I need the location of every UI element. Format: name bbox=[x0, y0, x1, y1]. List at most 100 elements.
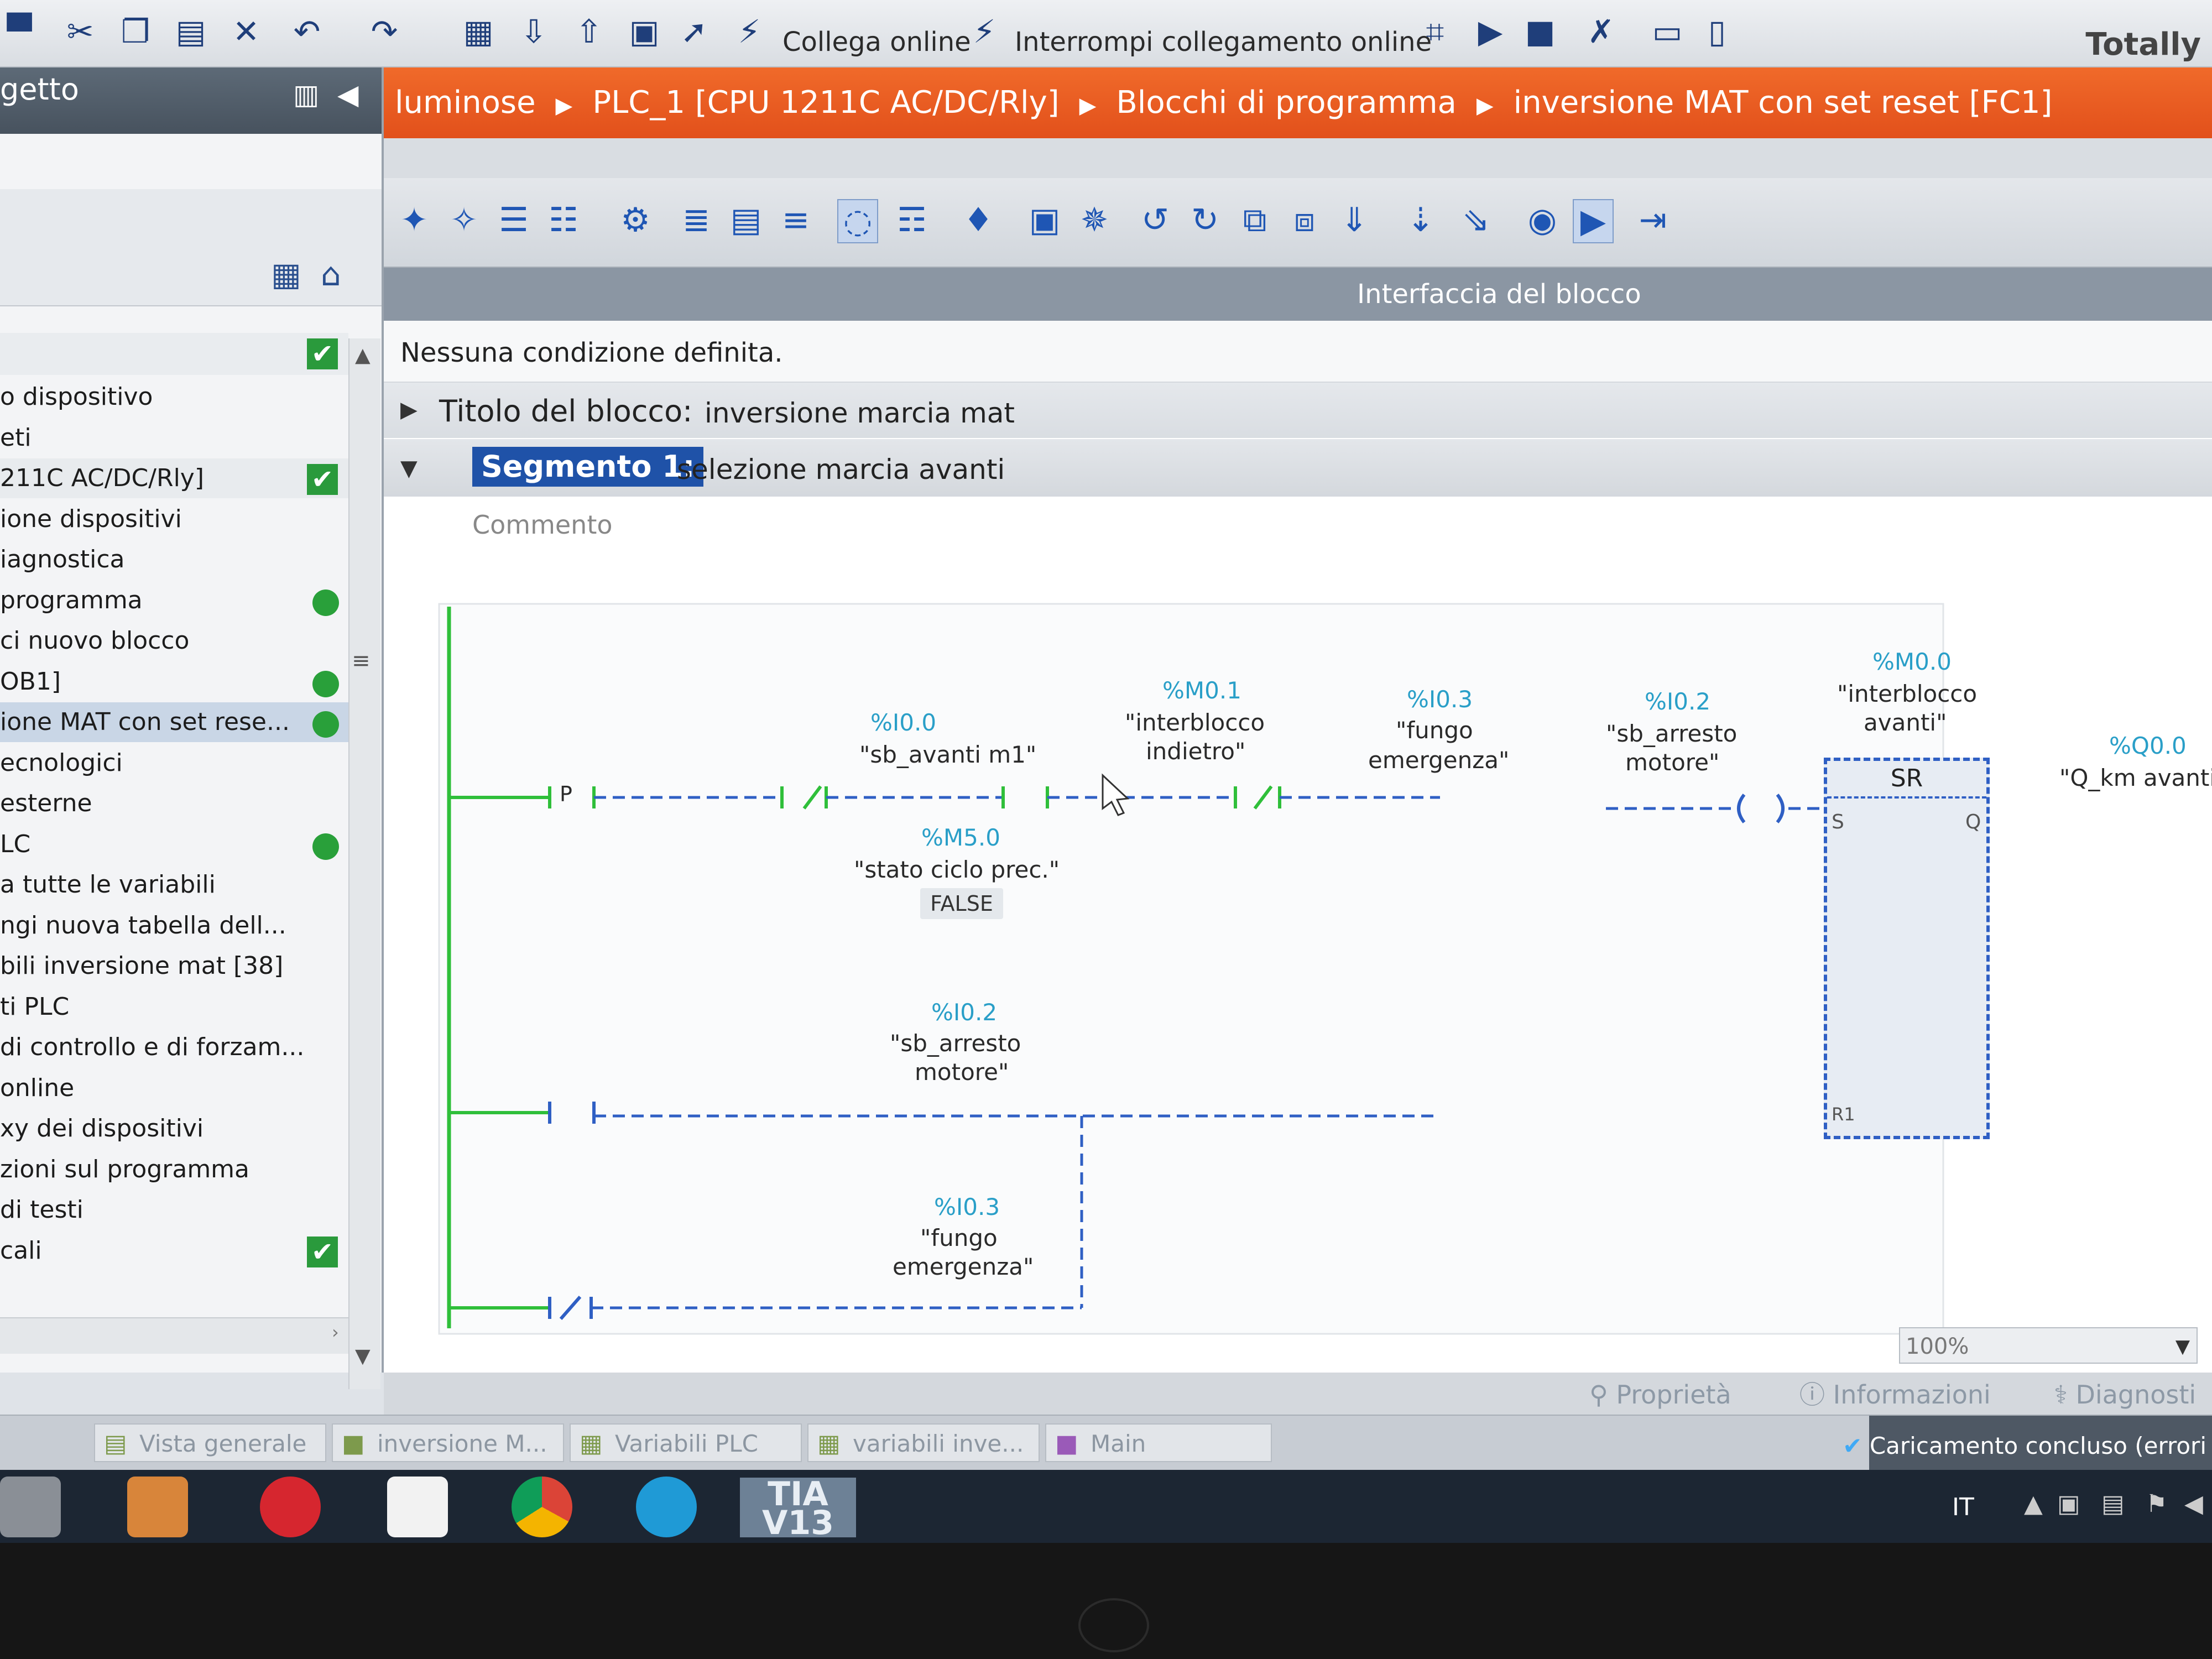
redo-icon[interactable]: ↷ bbox=[365, 12, 404, 51]
simulate-icon[interactable]: ▣ bbox=[625, 12, 664, 51]
goto-error-icon[interactable]: ↺ bbox=[1136, 199, 1175, 241]
tray-app-icon[interactable]: ▤ bbox=[2101, 1490, 2125, 1518]
favorites-star-icon[interactable]: ✵ bbox=[1075, 199, 1114, 241]
compile-icon[interactable]: ▦ bbox=[459, 12, 498, 51]
favorites-icon[interactable]: ☶ bbox=[893, 199, 931, 241]
contact-emergency-tag[interactable]: "fungo bbox=[1396, 717, 1473, 744]
contact-interlock-tag[interactable]: indietro" bbox=[1146, 738, 1245, 765]
load-snapshot-icon[interactable]: ⇣ bbox=[1401, 199, 1440, 241]
contact-emergency-tag[interactable]: emergenza" bbox=[1368, 747, 1509, 774]
tree-item[interactable]: programma bbox=[0, 581, 354, 620]
scroll-up-icon[interactable]: ▲ bbox=[355, 344, 371, 367]
start-cpu-icon[interactable]: ▶ bbox=[1471, 12, 1510, 51]
segment-comment-field[interactable]: Commento bbox=[472, 510, 613, 540]
copy-icon[interactable]: ❐ bbox=[116, 12, 155, 51]
tab-properties[interactable]: ⚲ Proprietà bbox=[1589, 1378, 1731, 1411]
edge-icon[interactable] bbox=[636, 1477, 697, 1537]
sr-flipflop-block[interactable]: SR S Q R1 bbox=[1824, 758, 1990, 1139]
contact-p-tag[interactable]: "sb_avanti m1" bbox=[859, 741, 1036, 768]
tree-item[interactable]: di testi bbox=[0, 1190, 354, 1230]
project-tree-scrollbar[interactable]: ▲ ≡ ▼ bbox=[348, 338, 380, 1389]
accessible-devices-icon[interactable]: ⌗ bbox=[1416, 12, 1454, 51]
save-icon[interactable]: ▀ bbox=[0, 12, 39, 51]
block-title-value[interactable]: inversione marcia mat bbox=[705, 397, 1015, 429]
tia-portal-taskbar-button[interactable]: TIA V13 bbox=[740, 1478, 856, 1540]
block-snapshot-icon[interactable]: ⧈ bbox=[1285, 199, 1324, 241]
download-icon[interactable]: ⇩ bbox=[514, 12, 553, 51]
split-vertical-icon[interactable]: ▯ bbox=[1698, 12, 1736, 51]
splitter-handle-icon[interactable]: ≡ bbox=[352, 648, 371, 674]
paste-icon[interactable]: ▤ bbox=[171, 12, 210, 51]
insert-network-icon[interactable]: ✦ bbox=[395, 199, 434, 241]
go-online-icon[interactable]: ⚡ bbox=[730, 12, 769, 51]
reset-stop-tag[interactable]: motore" bbox=[915, 1058, 1009, 1086]
coil-tag[interactable]: "Q_km avanti" bbox=[2059, 764, 2212, 791]
volume-icon[interactable]: ◀ bbox=[2184, 1490, 2203, 1518]
reset-emergency-tag[interactable]: emergenza" bbox=[893, 1253, 1034, 1280]
contact-interlock-tag[interactable]: "interblocco bbox=[1125, 709, 1265, 736]
tree-item[interactable]: di controllo e di forzam... bbox=[0, 1027, 354, 1067]
tree-item[interactable]: esterne bbox=[0, 784, 354, 823]
block-interface-bar[interactable]: Interfaccia del blocco bbox=[384, 268, 2212, 321]
network-view-icon[interactable]: ▣ bbox=[1025, 199, 1064, 241]
tree-hscrollbar[interactable]: › bbox=[0, 1317, 348, 1354]
tree-item[interactable]: o dispositivo bbox=[0, 377, 354, 417]
tree-item[interactable]: cali ✔ bbox=[0, 1231, 354, 1271]
breadcrumb-item-plc[interactable]: PLC_1 [CPU 1211C AC/DC/Rly] bbox=[592, 85, 1059, 121]
tab-info[interactable]: ⓘ Informazioni bbox=[1799, 1378, 1991, 1411]
goto-next-error-icon[interactable]: ↻ bbox=[1186, 199, 1224, 241]
tree-item[interactable]: OB1] bbox=[0, 662, 354, 702]
monitor-exit-icon[interactable]: ⇥ bbox=[1634, 199, 1672, 241]
opera-icon[interactable] bbox=[260, 1477, 321, 1537]
reset-emergency-tag[interactable]: "fungo bbox=[920, 1224, 998, 1251]
comments-toggle-icon[interactable]: ◌ bbox=[837, 199, 878, 243]
cut-icon[interactable]: ✂ bbox=[61, 12, 100, 51]
collapse-arrow-icon[interactable]: ▼ bbox=[400, 456, 418, 481]
cursor-icon[interactable]: ➚ bbox=[675, 12, 713, 51]
delete-icon[interactable]: ✕ bbox=[227, 12, 265, 51]
segment-header-row[interactable]: ▼ Segmento 1: selezione marcia avanti bbox=[384, 439, 2212, 497]
editor-tab-main[interactable]: ■ Main bbox=[1045, 1423, 1272, 1462]
segment-label[interactable]: Segmento 1: bbox=[472, 447, 704, 487]
media-player-icon[interactable] bbox=[127, 1477, 188, 1537]
tree-item[interactable]: xy dei dispositivi bbox=[0, 1109, 354, 1149]
go-offline-icon[interactable]: ⚡ bbox=[965, 12, 1004, 51]
breakpoint-icon[interactable]: ◉ bbox=[1523, 199, 1562, 241]
file-explorer-icon[interactable] bbox=[0, 1477, 61, 1537]
compare-icon[interactable]: ⇓ bbox=[1335, 199, 1374, 241]
details-view-icon[interactable]: ▦ bbox=[271, 255, 301, 293]
editor-tab-fc1[interactable]: ■ inversione M... bbox=[332, 1423, 564, 1462]
close-networks-icon[interactable]: ▤ bbox=[727, 199, 765, 241]
chevron-down-icon[interactable]: ▼ bbox=[2176, 1328, 2190, 1365]
notepad-icon[interactable] bbox=[387, 1477, 448, 1537]
tree-item[interactable]: iagnostica bbox=[0, 540, 354, 580]
editor-tab-tag-table[interactable]: ▦ variabili inve... bbox=[807, 1423, 1040, 1462]
delete-network-icon[interactable]: ✧ bbox=[445, 199, 483, 241]
tree-item[interactable]: zioni sul programma bbox=[0, 1150, 354, 1190]
zoom-select[interactable]: 100% ▼ bbox=[1899, 1327, 2198, 1364]
pin-icon[interactable]: ▥ bbox=[293, 79, 319, 111]
navigate-networks-icon[interactable]: ≡ bbox=[776, 199, 815, 241]
block-title-row[interactable]: ▶ Titolo del blocco: inversione marcia m… bbox=[384, 383, 2212, 438]
language-indicator[interactable]: IT bbox=[1952, 1493, 1974, 1521]
go-online-button[interactable]: Collega online bbox=[782, 27, 971, 58]
contact-stop-tag[interactable]: motore" bbox=[1625, 749, 1719, 776]
undo-icon[interactable]: ↶ bbox=[288, 12, 326, 51]
edge-memory-tag[interactable]: "stato ciclo prec." bbox=[854, 856, 1060, 883]
tree-item[interactable]: ngi nuova tabella dell... bbox=[0, 906, 354, 946]
chrome-icon[interactable] bbox=[512, 1477, 572, 1537]
tree-item[interactable]: ione dispositivi bbox=[0, 499, 354, 539]
tree-item[interactable]: ecnologici bbox=[0, 743, 354, 783]
reset-start-value-icon[interactable]: ⚙ bbox=[616, 199, 655, 241]
open-networks-icon[interactable]: ≣ bbox=[677, 199, 716, 241]
tree-item[interactable]: a tutte le variabili bbox=[0, 865, 354, 905]
tab-diagnostics[interactable]: ⚕ Diagnosti bbox=[2054, 1378, 2196, 1411]
upload-icon[interactable]: ⇧ bbox=[570, 12, 608, 51]
scroll-down-icon[interactable]: ▼ bbox=[355, 1345, 371, 1368]
collapse-left-icon[interactable]: ◀ bbox=[337, 79, 358, 111]
copy-snapshot-icon[interactable]: ⇘ bbox=[1457, 199, 1495, 241]
contact-stop-tag[interactable]: "sb_arresto bbox=[1606, 720, 1737, 747]
cross-reference-icon[interactable]: ✗ bbox=[1582, 12, 1620, 51]
go-offline-button[interactable]: Interrompi collegamento online bbox=[1015, 27, 1432, 58]
breadcrumb-item-program-blocks[interactable]: Blocchi di programma bbox=[1116, 85, 1456, 121]
